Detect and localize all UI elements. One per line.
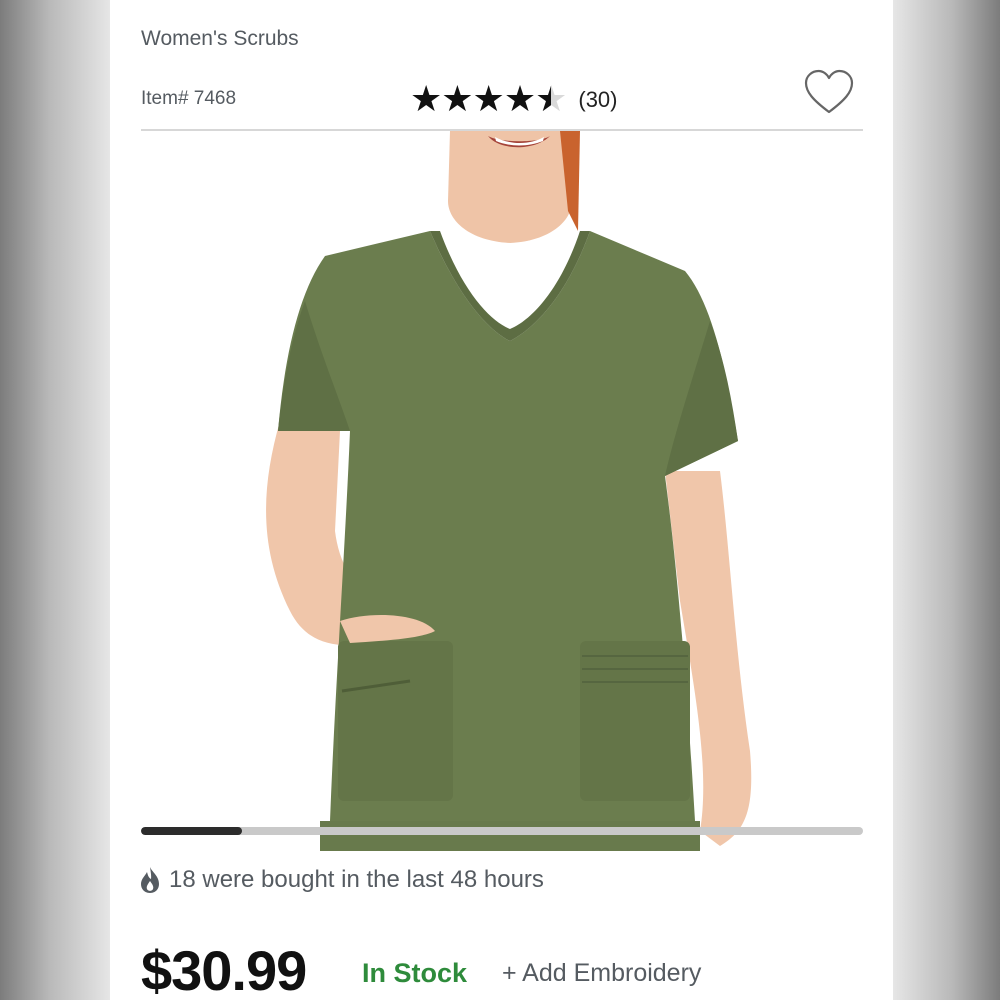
image-carousel-scrollbar[interactable]	[141, 827, 863, 835]
right-background-margin	[893, 0, 1000, 1000]
add-embroidery-link[interactable]: + Add Embroidery	[502, 959, 701, 988]
price: $30.99	[141, 939, 307, 1000]
item-number: Item# 7468	[141, 88, 237, 109]
product-card: Women's Scrubs Item# 7468 ★★★★★ ★★★★★ (3…	[110, 0, 893, 1000]
social-proof-text: 18 were bought in the last 48 hours	[169, 866, 544, 893]
flame-icon	[141, 867, 159, 893]
social-proof: 18 were bought in the last 48 hours	[139, 866, 544, 894]
star-rating-icon: ★★★★★ ★★★★★	[410, 80, 567, 120]
review-count[interactable]: (30)	[578, 87, 617, 113]
product-category: Women's Scrubs	[141, 27, 299, 50]
stars-filled: ★★★★★	[410, 80, 551, 120]
product-image[interactable]	[110, 131, 893, 851]
heart-outline-icon[interactable]	[803, 68, 855, 118]
left-background-margin	[0, 0, 110, 1000]
rating[interactable]: ★★★★★ ★★★★★ (30)	[410, 80, 618, 120]
stock-status: In Stock	[362, 958, 468, 988]
scrollbar-thumb[interactable]	[141, 827, 243, 835]
